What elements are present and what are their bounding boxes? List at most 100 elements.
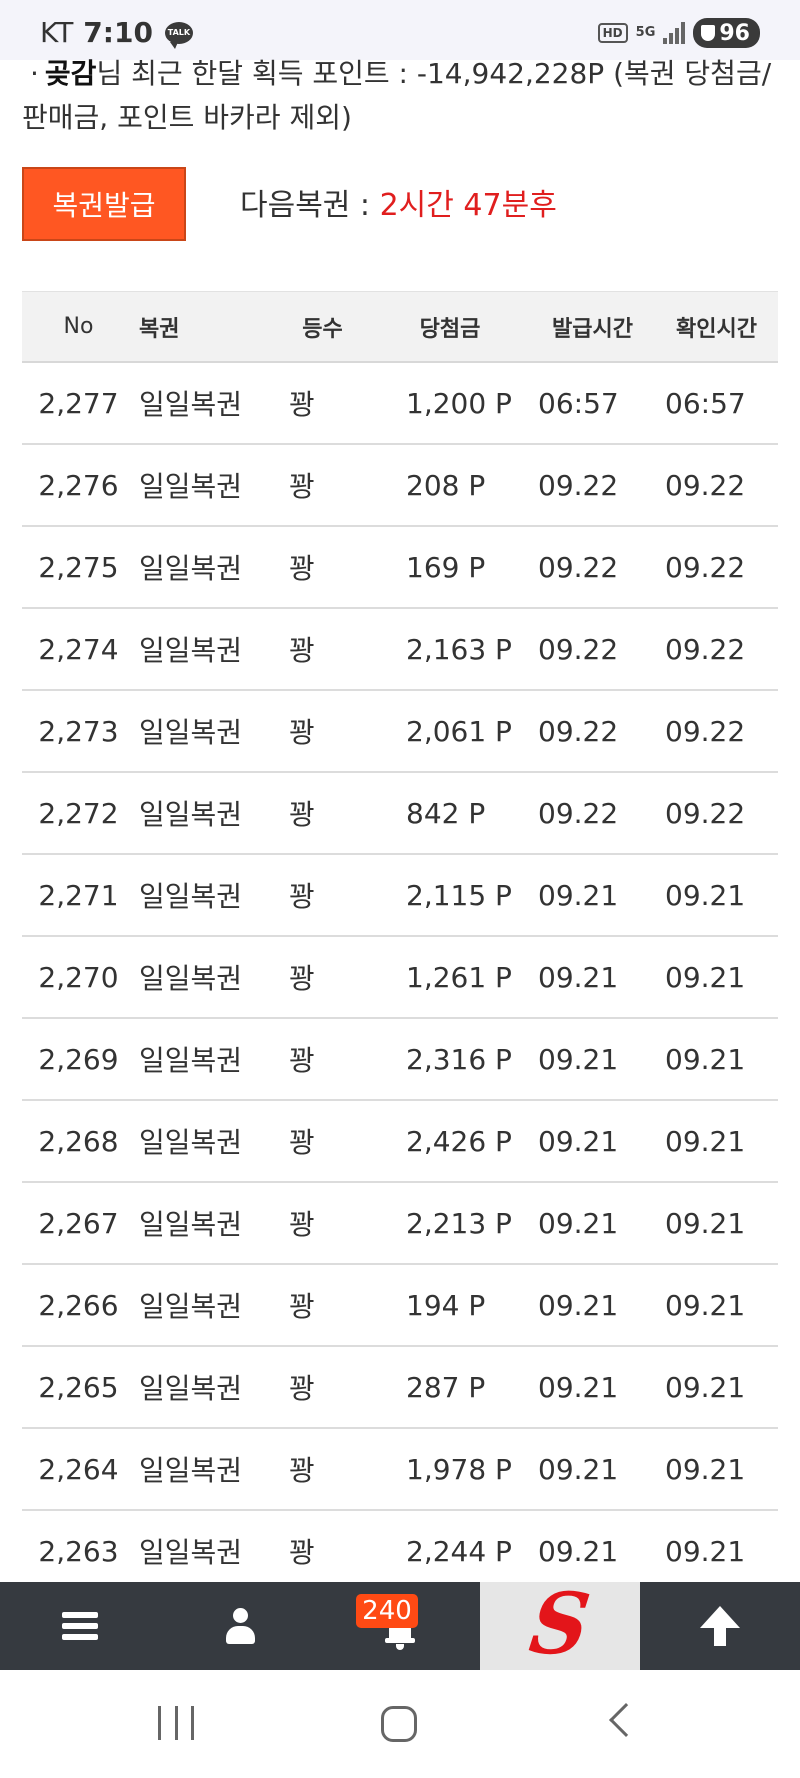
scroll-top-button[interactable] [640, 1582, 800, 1670]
profile-button[interactable] [160, 1582, 320, 1670]
cell-issued-time: 09.22 [538, 632, 619, 666]
lottery-history-table: No 복권 등수 당첨금 발급시간 확인시간 2,277 일일복권 꽝 1,20… [22, 291, 778, 1593]
cell-no: 2,267 [38, 1206, 119, 1240]
status-right: HD 5G 96 [597, 18, 760, 48]
next-lottery-countdown: 2시간 47분후 [379, 188, 557, 223]
user-icon [225, 1608, 255, 1644]
cell-rank: 꽝 [289, 470, 315, 503]
cell-lottery: 일일복권 [139, 1536, 243, 1569]
shield-icon [701, 25, 716, 41]
table-row: 2,263 일일복권 꽝 2,244 P 09.21 09.21 [22, 1511, 778, 1593]
cell-prize: 2,244 P [406, 1534, 512, 1568]
cell-checked-time: 09.22 [665, 796, 746, 830]
points-summary-text: 님 최근 한달 획득 포인트 : -14,942,228P (복권 당첨금/판매… [22, 57, 772, 134]
menu-button[interactable] [0, 1582, 160, 1670]
cell-issued-time: 09.21 [538, 1288, 619, 1322]
cell-no: 2,266 [38, 1288, 119, 1322]
next-lottery-label: 다음복권 : [240, 188, 380, 223]
hd-voice-icon: HD [597, 23, 628, 43]
cell-rank: 꽝 [289, 1536, 315, 1569]
cell-no: 2,269 [38, 1042, 119, 1076]
cell-checked-time: 06:57 [665, 386, 746, 420]
cell-no: 2,271 [38, 878, 119, 912]
header-issued-time: 발급시간 [552, 316, 633, 342]
cell-issued-time: 09.21 [538, 1206, 619, 1240]
table-row: 2,268 일일복권 꽝 2,426 P 09.21 09.21 [22, 1101, 778, 1183]
table-row: 2,272 일일복권 꽝 842 P 09.22 09.22 [22, 773, 778, 855]
cell-rank: 꽝 [289, 962, 315, 995]
back-icon[interactable] [609, 1703, 643, 1737]
cell-rank: 꽝 [289, 798, 315, 831]
header-lottery: 복권 [139, 316, 180, 342]
cell-issued-time: 09.21 [538, 1124, 619, 1158]
cell-checked-time: 09.21 [665, 1288, 746, 1322]
cell-checked-time: 09.21 [665, 878, 746, 912]
cell-prize: 2,426 P [406, 1124, 512, 1158]
cell-lottery: 일일복권 [139, 962, 243, 995]
cell-issued-time: 09.22 [538, 550, 619, 584]
cell-checked-time: 09.21 [665, 1206, 746, 1240]
cell-no: 2,265 [38, 1370, 119, 1404]
cell-lottery: 일일복권 [139, 1044, 243, 1077]
cell-no: 2,277 [38, 386, 119, 420]
table-row: 2,274 일일복권 꽝 2,163 P 09.22 09.22 [22, 609, 778, 691]
cell-prize: 2,061 P [406, 714, 512, 748]
cell-issued-time: 09.21 [538, 878, 619, 912]
battery-indicator: 96 [693, 18, 760, 48]
home-icon[interactable] [381, 1706, 417, 1742]
bullet: · [30, 57, 39, 90]
cell-prize: 1,978 P [406, 1452, 512, 1486]
cell-rank: 꽝 [289, 1126, 315, 1159]
battery-level: 96 [719, 20, 750, 46]
issue-lottery-button[interactable]: 복권발급 [22, 167, 186, 241]
recent-apps-icon[interactable] [158, 1706, 194, 1740]
cell-no: 2,273 [38, 714, 119, 748]
cell-issued-time: 09.22 [538, 714, 619, 748]
cell-issued-time: 09.22 [538, 796, 619, 830]
cell-lottery: 일일복권 [139, 634, 243, 667]
cell-issued-time: 09.22 [538, 468, 619, 502]
cell-issued-time: 09.21 [538, 960, 619, 994]
cell-lottery: 일일복권 [139, 798, 243, 831]
system-nav-bar [0, 1670, 800, 1778]
cell-rank: 꽝 [289, 388, 315, 421]
table-row: 2,270 일일복권 꽝 1,261 P 09.21 09.21 [22, 937, 778, 1019]
status-bar: KT 7:10 TALK HD 5G 96 [0, 0, 800, 60]
cell-checked-time: 09.21 [665, 1534, 746, 1568]
cell-lottery: 일일복권 [139, 1454, 243, 1487]
kakaotalk-notification-icon: TALK [164, 21, 193, 49]
cell-lottery: 일일복권 [139, 552, 243, 585]
home-logo-button[interactable]: S [480, 1574, 640, 1673]
cell-checked-time: 09.21 [665, 1370, 746, 1404]
cell-rank: 꽝 [289, 552, 315, 585]
cell-issued-time: 09.21 [538, 1452, 619, 1486]
cell-checked-time: 09.21 [665, 1452, 746, 1486]
points-summary: · 곶감님 최근 한달 획득 포인트 : -14,942,228P (복권 당첨금… [22, 52, 782, 140]
table-row: 2,266 일일복권 꽝 194 P 09.21 09.21 [22, 1265, 778, 1347]
cell-no: 2,272 [38, 796, 119, 830]
table-row: 2,273 일일복권 꽝 2,061 P 09.22 09.22 [22, 691, 778, 773]
network-5g-icon: 5G [635, 25, 656, 40]
table-row: 2,271 일일복권 꽝 2,115 P 09.21 09.21 [22, 855, 778, 937]
header-rank: 등수 [302, 316, 343, 342]
cell-checked-time: 09.21 [665, 1042, 746, 1076]
up-arrow-icon [700, 1606, 740, 1646]
cell-issued-time: 06:57 [538, 386, 619, 420]
cell-checked-time: 09.21 [665, 1124, 746, 1158]
notification-count-badge: 240 [356, 1594, 418, 1628]
table-row: 2,264 일일복권 꽝 1,978 P 09.21 09.21 [22, 1429, 778, 1511]
cell-prize: 2,115 P [406, 878, 512, 912]
logo-letter: S [524, 1574, 596, 1673]
table-row: 2,275 일일복권 꽝 169 P 09.22 09.22 [22, 527, 778, 609]
table-row: 2,267 일일복권 꽝 2,213 P 09.21 09.21 [22, 1183, 778, 1265]
cell-no: 2,275 [38, 550, 119, 584]
cell-lottery: 일일복권 [139, 1126, 243, 1159]
cell-lottery: 일일복권 [139, 1290, 243, 1323]
table-header: No 복권 등수 당첨금 발급시간 확인시간 [22, 291, 778, 363]
table-row: 2,276 일일복권 꽝 208 P 09.22 09.22 [22, 445, 778, 527]
table-body: 2,277 일일복권 꽝 1,200 P 06:57 06:57 2,276 일… [22, 363, 778, 1593]
cell-no: 2,274 [38, 632, 119, 666]
menu-icon [62, 1612, 98, 1640]
table-row: 2,269 일일복권 꽝 2,316 P 09.21 09.21 [22, 1019, 778, 1101]
table-row: 2,277 일일복권 꽝 1,200 P 06:57 06:57 [22, 363, 778, 445]
